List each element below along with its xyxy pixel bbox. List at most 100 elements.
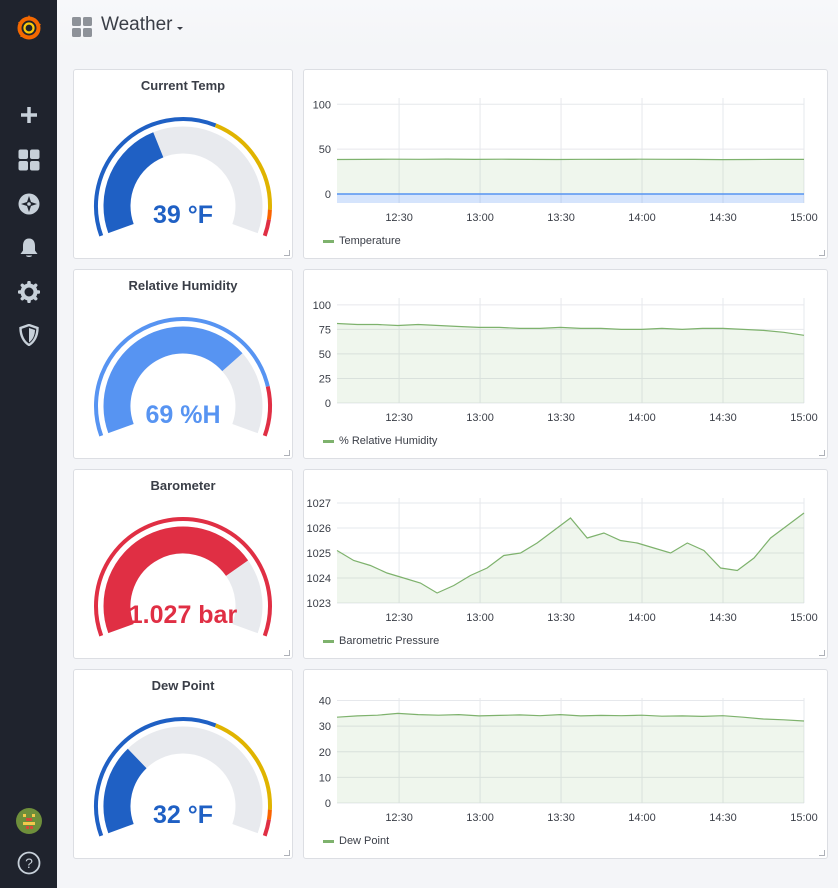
y-tick-label: 1027	[307, 498, 331, 510]
y-tick-label: 100	[313, 99, 331, 111]
y-tick-label: 30	[319, 721, 331, 733]
sidebar: ?	[0, 0, 57, 888]
y-tick-label: 25	[319, 373, 331, 385]
x-tick-label: 14:00	[628, 212, 656, 224]
x-tick-label: 13:00	[466, 612, 494, 624]
series-line[interactable]	[336, 158, 804, 161]
series-area	[337, 323, 804, 403]
y-tick-label: 50	[319, 144, 331, 156]
graph-panel[interactable]: 12:30 13:00 13:30 14:00 14:30 15:00 100 75 50 25 0…	[303, 269, 828, 459]
y-tick-label: 0	[325, 398, 331, 410]
legend-item[interactable]: % Relative Humidity	[323, 435, 437, 447]
graph-panel[interactable]: 12:30 13:00 13:30 14:00 14:30 15:00 100 50 0 Temp…	[303, 69, 828, 259]
series-area	[337, 513, 804, 603]
x-tick-label: 15:00	[790, 812, 818, 824]
legend-label: % Relative Humidity	[339, 435, 438, 447]
x-tick-label: 14:30	[709, 212, 737, 224]
resize-handle[interactable]	[284, 850, 290, 856]
gauge-panel[interactable]: Relative Humidity 69 %H	[73, 269, 293, 459]
y-tick-label: 0	[325, 189, 331, 201]
x-tick-label: 12:30	[385, 212, 413, 224]
gauge	[94, 517, 272, 637]
x-tick-label: 12:30	[385, 812, 413, 824]
x-tick-label: 13:00	[466, 812, 494, 824]
gauge-panel[interactable]: Dew Point 32 °F	[73, 669, 293, 859]
help-icon-label: ?	[25, 855, 33, 871]
graph-panel[interactable]: 12:30 13:00 13:30 14:00 14:30 15:00 40 30 20 10 0 D…	[303, 669, 828, 859]
x-tick-label: 15:00	[790, 212, 818, 224]
legend-item[interactable]: Barometric Pressure	[323, 635, 439, 647]
gauge-value: 69 %H	[145, 401, 221, 429]
y-tick-label: 1023	[307, 598, 331, 610]
threshold-fill	[337, 194, 804, 203]
line-chart: 12:30 13:00 13:30 14:00 14:30 15:00 1027 1026 10…	[307, 498, 818, 624]
resize-handle[interactable]	[284, 250, 290, 256]
gauge-panel[interactable]: Barometer 1.027 bar	[73, 469, 293, 659]
line-chart: 12:30 13:00 13:30 14:00 14:30 15:00 40 30 20 10 0	[319, 696, 818, 824]
x-tick-label: 14:00	[628, 812, 656, 824]
y-tick-label: 10	[319, 772, 331, 784]
legend-swatch	[323, 839, 334, 843]
y-tick-label: 1026	[307, 523, 331, 535]
series-area	[337, 159, 804, 195]
dashboards-icon[interactable]	[0, 143, 57, 177]
x-tick-label: 13:00	[466, 412, 494, 424]
shield-icon[interactable]	[0, 318, 57, 352]
gauge	[94, 117, 272, 237]
x-tick-label: 12:30	[385, 612, 413, 624]
gauge-value: 39 °F	[152, 201, 214, 229]
series-area	[337, 713, 804, 803]
x-tick-label: 13:30	[547, 412, 575, 424]
x-tick-label: 15:00	[790, 412, 818, 424]
dashboard-grid-icon	[72, 17, 92, 37]
legend-label: Dew Point	[339, 835, 390, 847]
gauge	[93, 317, 272, 437]
x-tick-label: 14:30	[709, 412, 737, 424]
y-tick-label: 50	[319, 349, 331, 361]
legend-swatch	[323, 239, 334, 243]
y-tick-label: 75	[319, 324, 331, 336]
y-tick-label: 100	[313, 300, 331, 312]
legend-swatch	[323, 439, 334, 443]
grafana-logo-icon[interactable]	[0, 11, 57, 45]
x-tick-label: 14:30	[709, 812, 737, 824]
x-tick-label: 13:00	[466, 212, 494, 224]
chevron-down-icon[interactable]	[175, 24, 185, 32]
dashboard-header: Weather	[57, 0, 838, 50]
resize-handle[interactable]	[284, 450, 290, 456]
resize-handle[interactable]	[819, 650, 825, 656]
dashboard-title[interactable]: Weather	[101, 14, 172, 36]
y-tick-label: 1025	[307, 548, 331, 560]
gauge-value: 1.027 bar	[128, 601, 238, 629]
legend-label: Temperature	[339, 235, 401, 247]
y-tick-label: 20	[319, 747, 331, 759]
bell-icon[interactable]	[0, 231, 57, 265]
line-chart: 12:30 13:00 13:30 14:00 14:30 15:00 100 75 50 25 0	[313, 298, 818, 424]
help-icon[interactable]: ?	[0, 846, 57, 880]
gauge-value: 32 °F	[152, 801, 214, 829]
resize-handle[interactable]	[819, 850, 825, 856]
x-tick-label: 12:30	[385, 412, 413, 424]
avatar[interactable]	[0, 804, 57, 838]
line-chart: 12:30 13:00 13:30 14:00 14:30 15:00 100 50 0	[313, 98, 818, 224]
y-tick-label: 40	[319, 696, 331, 708]
compass-icon[interactable]	[0, 187, 57, 221]
graph-panel[interactable]: 12:30 13:00 13:30 14:00 14:30 15:00 1027 1026 10…	[303, 469, 828, 659]
legend-item[interactable]: Dew Point	[323, 835, 389, 847]
resize-handle[interactable]	[819, 250, 825, 256]
x-tick-label: 13:30	[547, 612, 575, 624]
legend-item[interactable]: Temperature	[323, 235, 401, 247]
x-tick-label: 14:30	[709, 612, 737, 624]
x-tick-label: 14:00	[628, 612, 656, 624]
x-tick-label: 13:30	[547, 212, 575, 224]
y-tick-label: 0	[325, 798, 331, 810]
x-tick-label: 13:30	[547, 812, 575, 824]
resize-handle[interactable]	[284, 650, 290, 656]
gauge-panel[interactable]: Current Temp 39 °F	[73, 69, 293, 259]
plus-icon[interactable]	[0, 98, 57, 132]
x-tick-label: 15:00	[790, 612, 818, 624]
resize-handle[interactable]	[819, 450, 825, 456]
legend-label: Barometric Pressure	[339, 635, 440, 647]
gauge	[94, 717, 272, 837]
gear-icon[interactable]	[0, 275, 57, 309]
